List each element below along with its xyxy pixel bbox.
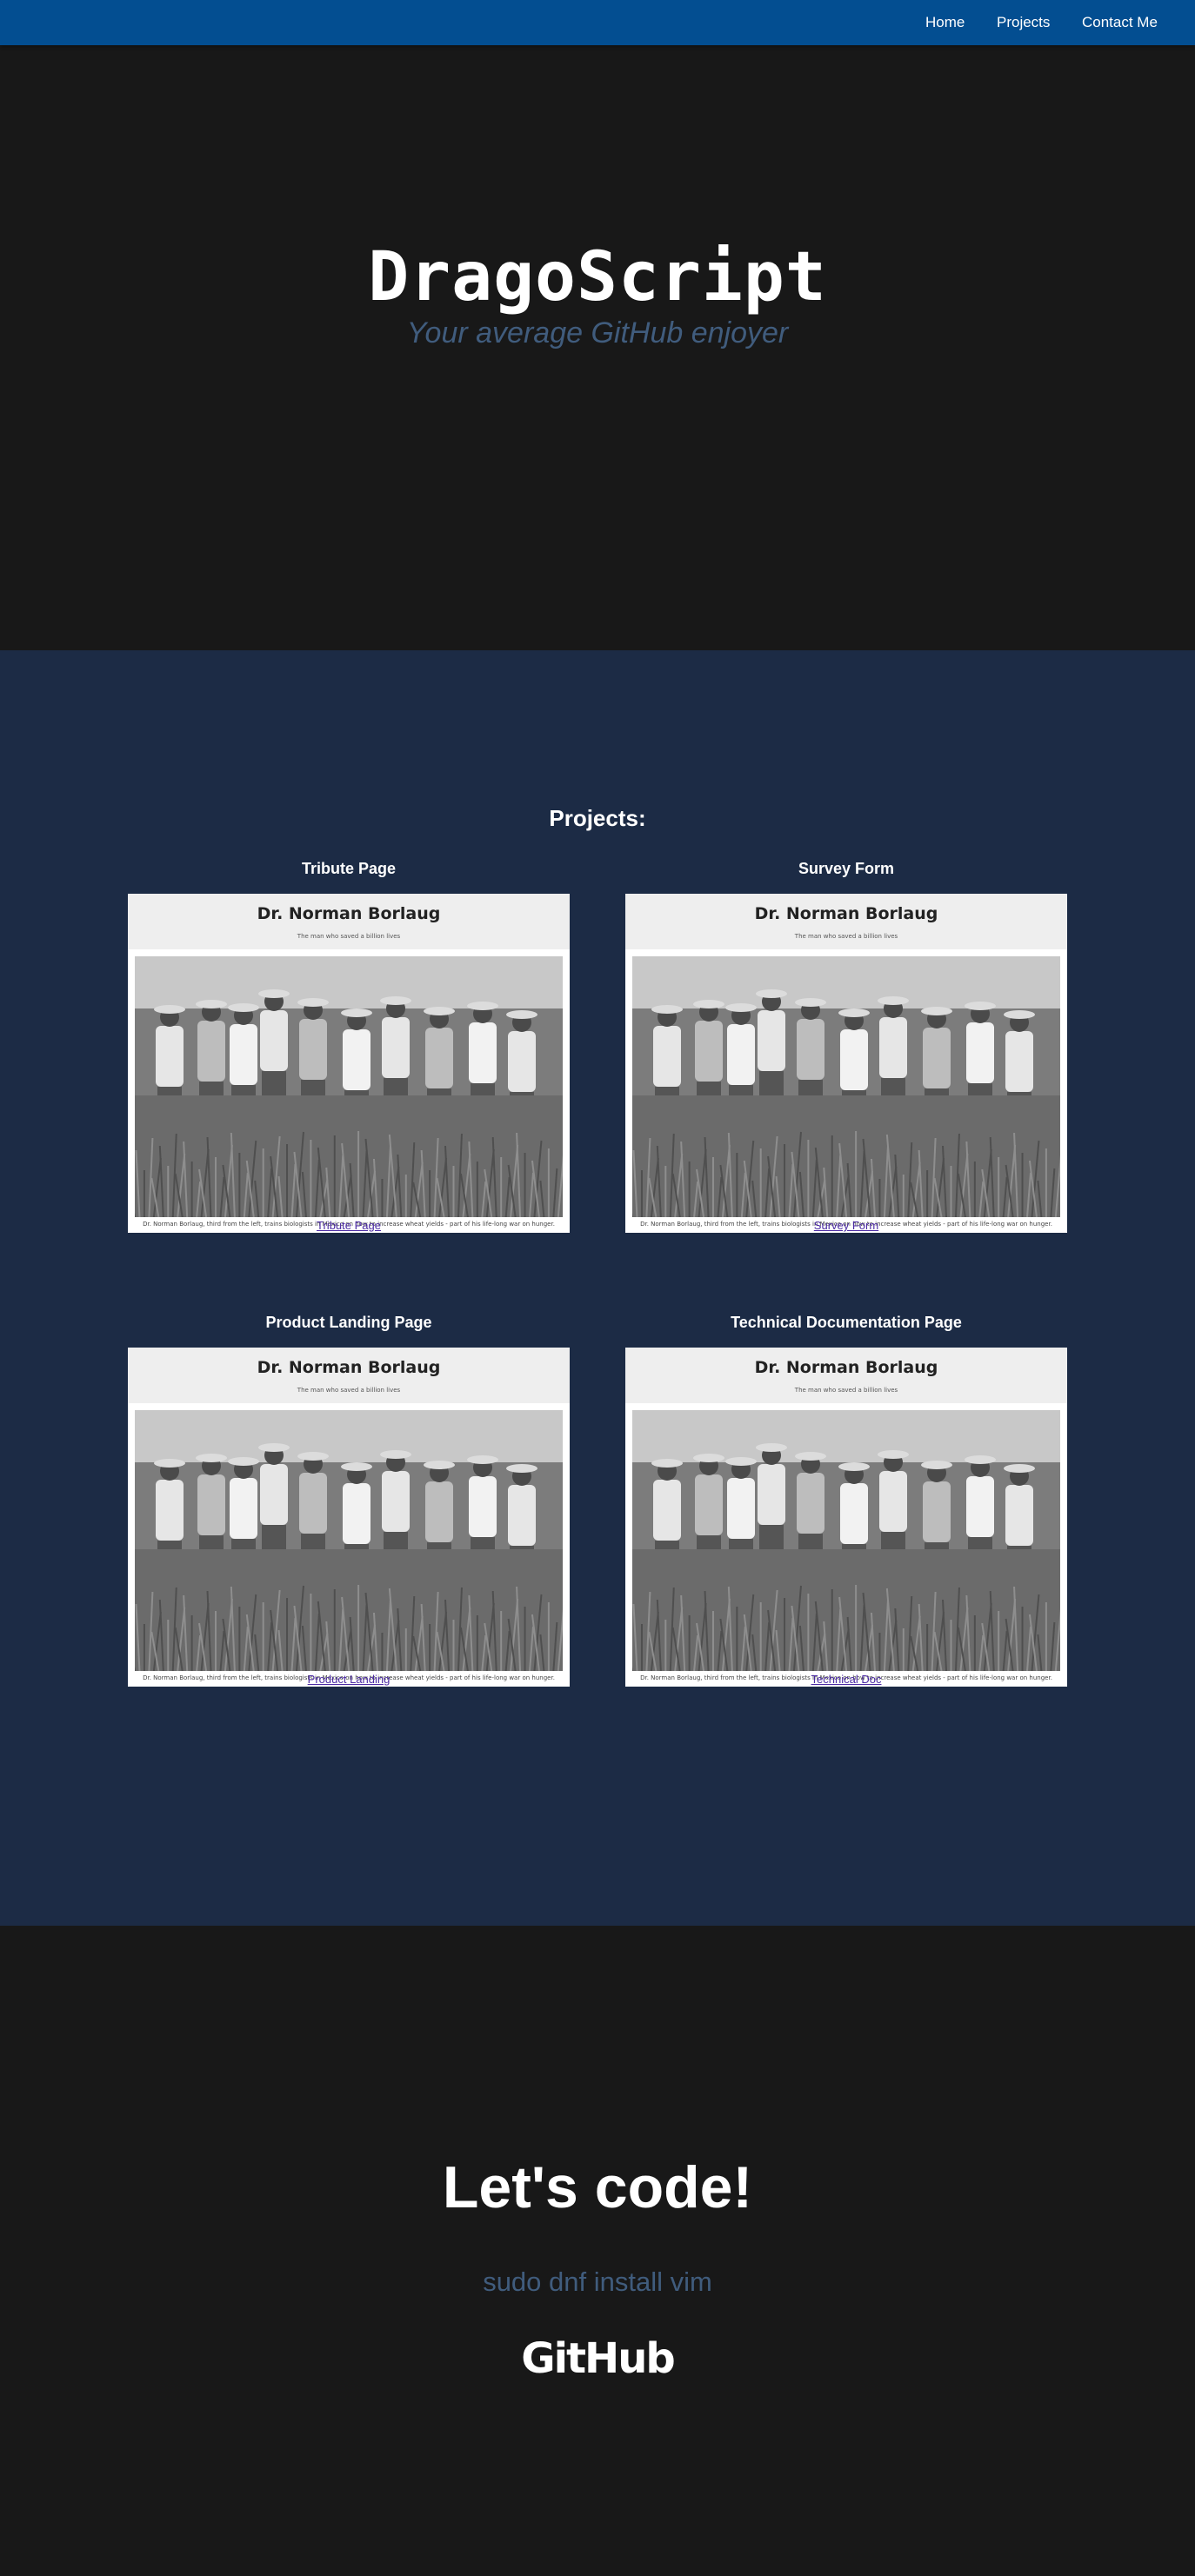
thumbnail-heading: Dr. Norman Borlaug — [257, 1358, 441, 1377]
contact-section: Let's code! sudo dnf install vim GitHub — [0, 1926, 1195, 2576]
thumbnail-photo — [632, 956, 1060, 1217]
project-link[interactable]: Tribute Page — [128, 1219, 570, 1232]
thumbnail-header: Dr. Norman Borlaug The man who saved a b… — [625, 1348, 1067, 1403]
nav-link-home[interactable]: Home — [925, 0, 965, 45]
thumbnail-photo — [632, 1410, 1060, 1671]
contact-command: sudo dnf install vim — [483, 2266, 712, 2297]
thumbnail-header: Dr. Norman Borlaug The man who saved a b… — [625, 894, 1067, 949]
project-tile-title: Product Landing Page — [265, 1314, 432, 1331]
project-thumbnail[interactable]: Dr. Norman Borlaug The man who saved a b… — [128, 1348, 570, 1687]
nav-link-contact-me[interactable]: Contact Me — [1082, 0, 1158, 45]
project-tile-title: Tribute Page — [301, 860, 397, 877]
contact-title: Let's code! — [442, 2154, 753, 2220]
project-thumbnail[interactable]: Dr. Norman Borlaug The man who saved a b… — [625, 894, 1067, 1233]
nav-link-projects[interactable]: Projects — [997, 0, 1050, 45]
hero-title: DragoScript — [368, 238, 827, 316]
project-tile-title: Technical Documentation Page — [731, 1314, 962, 1331]
thumbnail-header: Dr. Norman Borlaug The man who saved a b… — [128, 1348, 570, 1403]
thumbnail-tagline: The man who saved a billion lives — [297, 1387, 401, 1394]
thumbnail-header: Dr. Norman Borlaug The man who saved a b… — [128, 894, 570, 949]
project-link[interactable]: Product Landing — [128, 1673, 570, 1686]
thumbnail-photo — [135, 1410, 563, 1671]
project-thumbnail[interactable]: Dr. Norman Borlaug The man who saved a b… — [625, 1348, 1067, 1687]
hero-subtitle: Your average GitHub enjoyer — [406, 316, 789, 349]
project-tile-title: Survey Form — [798, 860, 895, 877]
project-link[interactable]: Technical Doc — [625, 1673, 1067, 1686]
github-logo-icon: GitHub — [521, 2334, 676, 2383]
thumbnail-tagline: The man who saved a billion lives — [794, 933, 898, 940]
github-link[interactable]: GitHub — [511, 2333, 684, 2385]
welcome-section: DragoScript Your average GitHub enjoyer — [0, 45, 1195, 650]
project-link[interactable]: Survey Form — [625, 1219, 1067, 1232]
project-thumbnail[interactable]: Dr. Norman Borlaug The man who saved a b… — [128, 894, 570, 1233]
project-tile: Tribute Page Dr. Norman Borlaug The man … — [128, 855, 570, 1233]
thumbnail-heading: Dr. Norman Borlaug — [257, 904, 441, 923]
project-tile: Survey Form Dr. Norman Borlaug The man w… — [625, 855, 1067, 1233]
thumbnail-tagline: The man who saved a billion lives — [794, 1387, 898, 1394]
navbar: Home Projects Contact Me — [0, 0, 1195, 45]
thumbnail-photo — [135, 956, 563, 1217]
projects-section: Projects: Tribute Page Dr. Norman Borlau… — [0, 650, 1195, 1926]
project-tile: Technical Documentation Page Dr. Norman … — [625, 1309, 1067, 1687]
project-tile: Product Landing Page Dr. Norman Borlaug … — [128, 1309, 570, 1687]
thumbnail-tagline: The man who saved a billion lives — [297, 933, 401, 940]
thumbnail-heading: Dr. Norman Borlaug — [754, 904, 938, 923]
projects-heading: Projects: — [549, 805, 646, 831]
thumbnail-heading: Dr. Norman Borlaug — [754, 1358, 938, 1377]
